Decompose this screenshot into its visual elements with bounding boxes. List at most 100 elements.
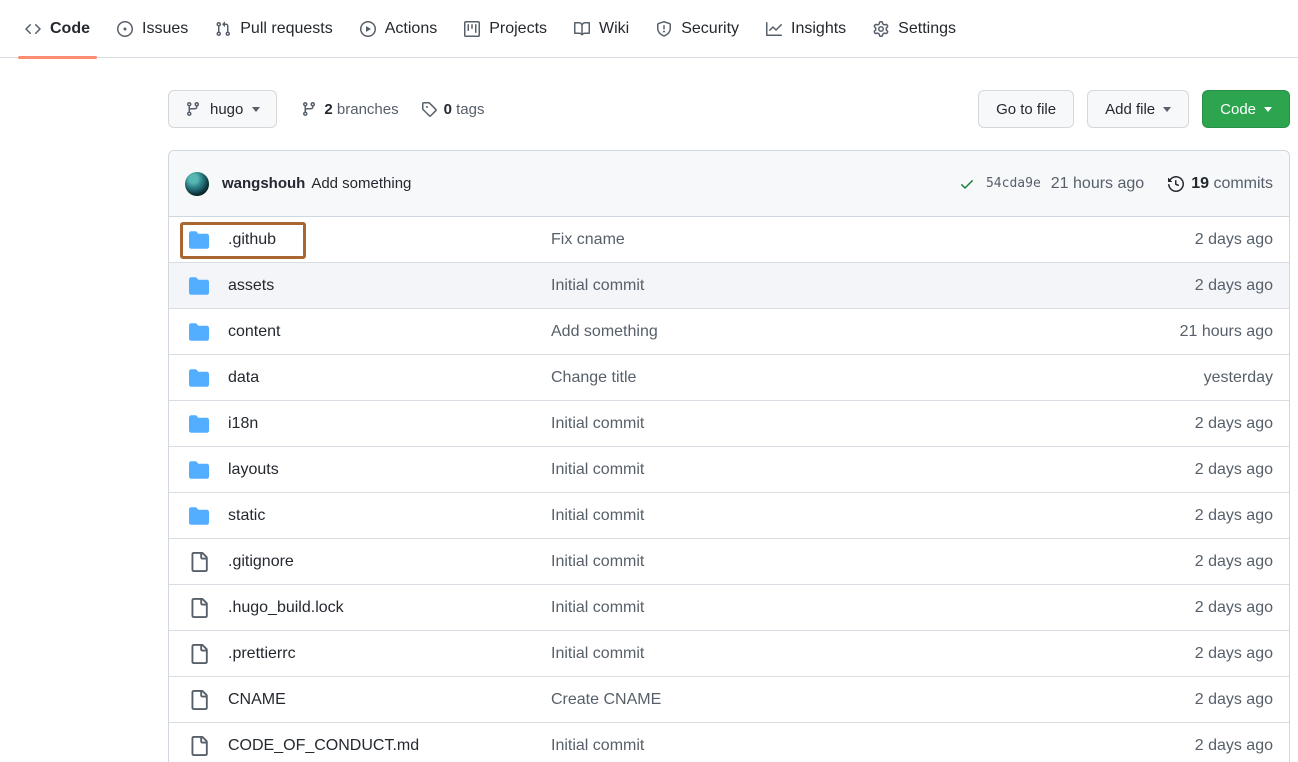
table-row: .prettierrc Initial commit 2 days ago	[169, 631, 1289, 677]
commit-age: 2 days ago	[1083, 737, 1273, 755]
table-row: .hugo_build.lock Initial commit 2 days a…	[169, 585, 1289, 631]
tab-label: Pull requests	[240, 20, 333, 38]
add-file-button[interactable]: Add file	[1087, 90, 1189, 128]
tab-settings[interactable]: Settings	[864, 0, 965, 58]
commit-age: 21 hours ago	[1083, 323, 1273, 341]
file-name-link[interactable]: CODE_OF_CONDUCT.md	[228, 737, 419, 755]
tab-label: Actions	[385, 20, 437, 38]
tab-projects[interactable]: Projects	[455, 0, 556, 58]
file-name-link[interactable]: .prettierrc	[228, 645, 296, 663]
tab-label: Projects	[489, 20, 547, 38]
file-name-link[interactable]: .github	[228, 231, 276, 249]
table-row: data Change title yesterday	[169, 355, 1289, 401]
commit-age: 2 days ago	[1083, 415, 1273, 433]
file-name-link[interactable]: i18n	[228, 415, 258, 433]
git-pull-request-icon	[215, 21, 231, 37]
commits-history-link[interactable]: 19 commits	[1168, 175, 1273, 193]
commit-message-link[interactable]: Initial commit	[551, 645, 644, 662]
tab-label: Settings	[898, 20, 956, 38]
commit-message-link[interactable]: Create CNAME	[551, 691, 661, 708]
file-icon	[189, 736, 209, 756]
commit-age: 2 days ago	[1083, 507, 1273, 525]
folder-icon	[189, 322, 209, 342]
table-row: CNAME Create CNAME 2 days ago	[169, 677, 1289, 723]
commit-age: 2 days ago	[1083, 231, 1273, 249]
commit-message-link[interactable]: Initial commit	[551, 277, 644, 294]
chevron-down-icon	[1163, 107, 1171, 112]
file-icon	[189, 644, 209, 664]
folder-icon	[189, 460, 209, 480]
commit-age: yesterday	[1083, 369, 1273, 387]
chevron-down-icon	[252, 107, 260, 112]
commit-age: 2 days ago	[1083, 599, 1273, 617]
repo-tab-nav: Code Issues Pull requests Actions Projec…	[0, 0, 1298, 58]
tags-count: 0	[444, 101, 452, 118]
tab-code[interactable]: Code	[16, 0, 99, 58]
check-icon[interactable]	[959, 176, 975, 192]
commit-age: 2 days ago	[1083, 691, 1273, 709]
table-row: i18n Initial commit 2 days ago	[169, 401, 1289, 447]
file-name-link[interactable]: static	[228, 507, 265, 525]
tags-link[interactable]: 0 tags	[421, 101, 485, 118]
shield-icon	[656, 21, 672, 37]
commit-message-link[interactable]: Change title	[551, 369, 636, 386]
book-icon	[574, 21, 590, 37]
branch-name: hugo	[210, 101, 243, 118]
branches-label: branches	[337, 101, 399, 118]
commit-message-link[interactable]: Initial commit	[551, 737, 644, 754]
file-name-link[interactable]: .gitignore	[228, 553, 294, 571]
play-icon	[360, 21, 376, 37]
commit-message-link[interactable]: Initial commit	[551, 415, 644, 432]
commit-author-link[interactable]: wangshouh	[222, 175, 305, 192]
commit-age: 2 days ago	[1083, 553, 1273, 571]
table-row: .github Fix cname 2 days ago	[169, 217, 1289, 263]
folder-icon	[189, 276, 209, 296]
tab-insights[interactable]: Insights	[757, 0, 855, 58]
tab-issues[interactable]: Issues	[108, 0, 197, 58]
file-name-link[interactable]: content	[228, 323, 280, 341]
commit-message-link[interactable]: Fix cname	[551, 231, 625, 248]
commit-message-link[interactable]: Initial commit	[551, 553, 644, 570]
tab-security[interactable]: Security	[647, 0, 748, 58]
commit-message-link[interactable]: Add something	[551, 323, 658, 340]
tab-pull-requests[interactable]: Pull requests	[206, 0, 342, 58]
code-icon	[25, 21, 41, 37]
commit-age: 2 days ago	[1083, 645, 1273, 663]
project-icon	[464, 21, 480, 37]
gear-icon	[873, 21, 889, 37]
file-name-link[interactable]: assets	[228, 277, 274, 295]
history-icon	[1168, 176, 1184, 192]
file-icon	[189, 690, 209, 710]
file-name-link[interactable]: data	[228, 369, 259, 387]
tab-label: Insights	[791, 20, 846, 38]
file-name-link[interactable]: layouts	[228, 461, 279, 479]
git-branch-icon	[301, 101, 317, 117]
file-name-link[interactable]: CNAME	[228, 691, 286, 709]
code-button[interactable]: Code	[1202, 90, 1290, 128]
commit-message-link[interactable]: Initial commit	[551, 461, 644, 478]
tab-actions[interactable]: Actions	[351, 0, 446, 58]
file-name-link[interactable]: .hugo_build.lock	[228, 599, 344, 617]
table-row: .gitignore Initial commit 2 days ago	[169, 539, 1289, 585]
file-browser-box: wangshouh Add something 54cda9e 21 hours…	[168, 150, 1290, 762]
git-branch-icon	[185, 101, 201, 117]
tab-label: Code	[50, 20, 90, 38]
commit-sha-link[interactable]: 54cda9e	[986, 176, 1041, 191]
go-to-file-button[interactable]: Go to file	[978, 90, 1074, 128]
file-icon	[189, 552, 209, 572]
commits-label: commits	[1213, 175, 1273, 192]
commit-message-link[interactable]: Initial commit	[551, 507, 644, 524]
folder-icon	[189, 230, 209, 250]
table-row: CODE_OF_CONDUCT.md Initial commit 2 days…	[169, 723, 1289, 762]
file-icon	[189, 598, 209, 618]
avatar[interactable]	[185, 172, 209, 196]
branches-link[interactable]: 2 branches	[301, 101, 398, 118]
branches-count: 2	[324, 101, 332, 118]
tab-wiki[interactable]: Wiki	[565, 0, 638, 58]
tab-label: Wiki	[599, 20, 629, 38]
commits-count: 19	[1191, 175, 1209, 192]
folder-icon	[189, 506, 209, 526]
commit-message-link[interactable]: Add something	[311, 175, 411, 192]
commit-message-link[interactable]: Initial commit	[551, 599, 644, 616]
branch-selector-button[interactable]: hugo	[168, 90, 277, 128]
